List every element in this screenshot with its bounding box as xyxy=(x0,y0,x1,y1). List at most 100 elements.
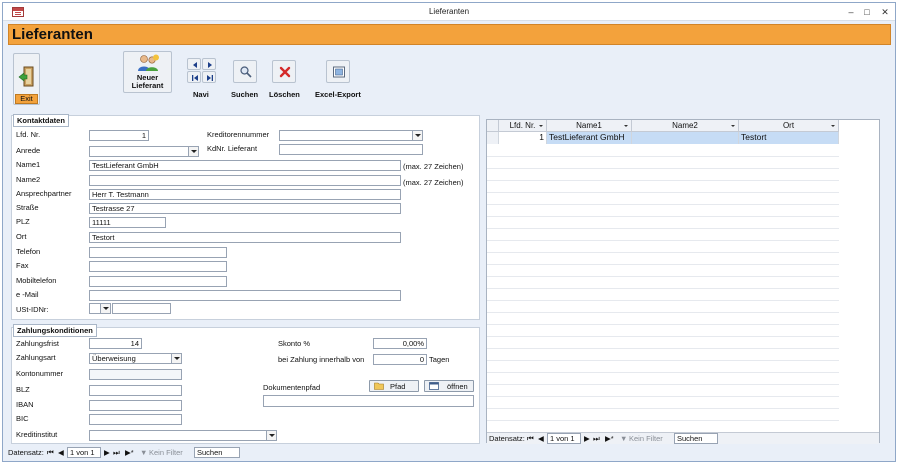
grid-corner[interactable] xyxy=(487,120,499,132)
fax-label: Fax xyxy=(16,261,29,270)
grid-record-position[interactable]: 1 von 1 xyxy=(547,433,581,444)
grid-filter-status[interactable]: Kein Filter xyxy=(629,434,663,443)
grid-last-record-icon[interactable]: ⏭ xyxy=(593,434,600,444)
zahlungsart-combo[interactable]: Überweisung xyxy=(89,353,182,364)
sort-arrow-icon[interactable] xyxy=(831,125,835,127)
bic-field[interactable] xyxy=(89,414,182,425)
maximize-button[interactable]: □ xyxy=(859,5,875,19)
iban-label: IBAN xyxy=(16,400,34,409)
cell-lfd-nr[interactable]: 1 xyxy=(499,132,547,144)
application-window: Lieferanten – □ ✕ Lieferanten Exit Neuer… xyxy=(2,2,896,462)
form-record-position[interactable]: 1 von 1 xyxy=(67,447,101,458)
grid-prev-record-icon[interactable]: ◀ xyxy=(538,434,544,443)
kdnr-field[interactable] xyxy=(279,144,423,155)
grid-next-record-icon[interactable]: ▶ xyxy=(584,434,590,443)
name2-field[interactable] xyxy=(89,175,401,186)
grid-filter-icon[interactable]: ▼ xyxy=(620,434,627,443)
ust-country-combo[interactable] xyxy=(89,303,111,314)
close-button[interactable]: ✕ xyxy=(877,5,893,19)
oeffnen-button[interactable]: öffnen xyxy=(424,380,474,392)
mobiltelefon-field[interactable] xyxy=(89,276,227,287)
iban-field[interactable] xyxy=(89,400,182,411)
skonto-field[interactable]: 0,00% xyxy=(373,338,427,349)
chevron-down-icon[interactable] xyxy=(171,354,181,363)
grid-new-record-icon[interactable]: ▶* xyxy=(605,434,614,443)
nav-next-button[interactable] xyxy=(202,58,216,70)
form-header: Lieferanten xyxy=(8,24,891,45)
name1-hint: (max. 27 Zeichen) xyxy=(403,162,464,171)
grid-header-name1[interactable]: Name1 xyxy=(547,120,632,132)
excel-export-button[interactable] xyxy=(326,60,350,83)
strasse-field[interactable]: Testrasse 27 xyxy=(89,203,401,214)
grid-header-name2[interactable]: Name2 xyxy=(632,120,739,132)
kontonummer-field[interactable] xyxy=(89,369,182,380)
lfd-nr-label: Lfd. Nr. xyxy=(16,130,41,139)
form-filter-status[interactable]: Kein Filter xyxy=(149,448,183,457)
search-button[interactable] xyxy=(233,60,257,83)
cell-ort[interactable]: Testort xyxy=(739,132,839,144)
dokumentenpfad-field[interactable] xyxy=(263,395,474,407)
ort-field[interactable]: Testort xyxy=(89,232,401,243)
excel-export-icon xyxy=(333,66,345,78)
grid-header-ort[interactable]: Ort xyxy=(739,120,839,132)
pfad-button[interactable]: Pfad xyxy=(369,380,419,392)
name1-field[interactable]: TestLieferant GmbH xyxy=(89,160,401,171)
new-supplier-label-2: Lieferant xyxy=(131,81,164,90)
plz-field[interactable]: 11111 xyxy=(89,217,166,228)
ort-label: Ort xyxy=(16,232,27,241)
kreditinstitut-combo[interactable] xyxy=(89,430,277,441)
strasse-label: Straße xyxy=(16,203,39,212)
nav-first-button[interactable] xyxy=(187,71,201,83)
form-next-record-icon[interactable]: ▶ xyxy=(104,448,110,457)
kreditorennummer-combo[interactable] xyxy=(279,130,423,141)
form-prev-record-icon[interactable]: ◀ xyxy=(58,448,64,457)
exit-button[interactable]: Exit xyxy=(13,53,40,105)
new-supplier-button[interactable]: Neuer Lieferant xyxy=(123,51,172,93)
nav-prev-button[interactable] xyxy=(187,58,201,70)
chevron-down-icon[interactable] xyxy=(188,147,198,156)
telefon-field[interactable] xyxy=(89,247,227,258)
kontonummer-label: Kontonummer xyxy=(16,369,64,378)
form-filter-icon[interactable]: ▼ xyxy=(140,448,147,457)
fax-field[interactable] xyxy=(89,261,227,272)
telefon-label: Telefon xyxy=(16,247,41,256)
grid-search-box[interactable]: Suchen xyxy=(674,433,718,444)
sort-arrow-icon[interactable] xyxy=(624,125,628,127)
chevron-down-icon[interactable] xyxy=(412,131,422,140)
innerhalb-field[interactable]: 0 xyxy=(373,354,427,365)
navi-group xyxy=(187,58,217,84)
kreditinstitut-label: Kreditinstitut xyxy=(16,430,58,439)
form-first-record-icon[interactable]: ⏮ xyxy=(47,448,54,458)
grid-row-line xyxy=(487,312,839,313)
name1-label: Name1 xyxy=(16,160,41,169)
grid-header-lfd-nr[interactable]: Lfd. Nr. xyxy=(499,120,547,132)
grid-first-record-icon[interactable]: ⏮ xyxy=(527,434,534,444)
grid-row-line xyxy=(487,384,839,385)
grid-row-line xyxy=(487,180,839,181)
tagen-label: Tagen xyxy=(429,355,450,364)
anrede-combo[interactable] xyxy=(89,146,199,157)
lfd-nr-field[interactable]: 1 xyxy=(89,130,149,141)
sort-arrow-icon[interactable] xyxy=(539,125,543,127)
blz-field[interactable] xyxy=(89,385,182,396)
excel-export-label: Excel-Export xyxy=(315,90,361,99)
zahlungsfrist-field[interactable]: 14 xyxy=(89,338,142,349)
delete-button[interactable] xyxy=(272,60,296,83)
ust-field[interactable] xyxy=(112,303,171,314)
table-row[interactable]: 1 TestLieferant GmbH Testort xyxy=(487,132,839,144)
ansprechpartner-field[interactable]: Herr T. Testmann xyxy=(89,189,401,200)
sort-arrow-icon[interactable] xyxy=(731,125,735,127)
form-title: Lieferanten xyxy=(12,26,93,43)
email-field[interactable] xyxy=(89,290,401,301)
cell-name1[interactable]: TestLieferant GmbH xyxy=(547,132,632,144)
row-selector[interactable] xyxy=(487,132,499,144)
grid-row-line xyxy=(487,264,839,265)
minimize-button[interactable]: – xyxy=(843,5,859,19)
cell-name2[interactable] xyxy=(632,132,739,144)
form-last-record-icon[interactable]: ⏭ xyxy=(113,448,120,458)
form-new-record-icon[interactable]: ▶* xyxy=(125,448,134,457)
nav-last-button[interactable] xyxy=(202,71,216,83)
chevron-down-icon[interactable] xyxy=(266,431,276,440)
chevron-down-icon[interactable] xyxy=(100,304,110,313)
form-search-box[interactable]: Suchen xyxy=(194,447,240,458)
